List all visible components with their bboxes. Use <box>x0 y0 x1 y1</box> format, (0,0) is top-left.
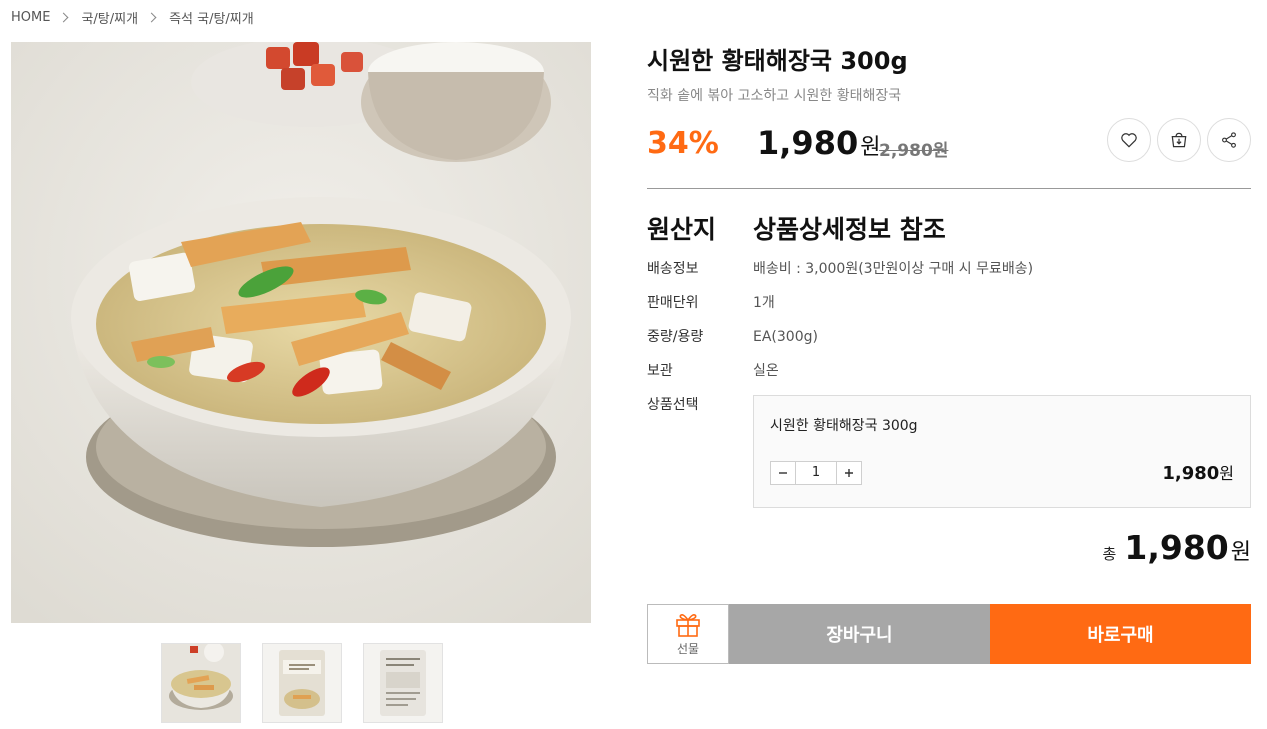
share-button[interactable] <box>1207 118 1251 162</box>
breadcrumb-category[interactable]: 국/탕/찌개 <box>81 8 138 27</box>
add-to-cart-button[interactable]: 장바구니 <box>729 604 990 664</box>
share-icon <box>1222 132 1236 148</box>
gift-label: 선물 <box>676 642 700 656</box>
chevron-right-icon <box>59 12 69 22</box>
spec-label: 중량/용량 <box>647 329 704 345</box>
origin-row: 원산지 상품상세정보 참조 <box>647 211 1251 245</box>
total-price-row: 총 1,980 원 <box>1103 528 1251 567</box>
product-main-image <box>11 42 591 623</box>
option-price: 1,980원 <box>1162 460 1234 484</box>
product-info: 시원한 황태해장국 300g 직화 솥에 볶아 고소하고 시원한 황태해장국 3… <box>647 44 1251 664</box>
option-select-label: 상품선택 <box>647 397 699 413</box>
option-select-row: 상품선택 시원한 황태해장국 300g 1 1,980원 <box>647 395 1251 508</box>
plus-icon <box>845 469 853 477</box>
total-label: 총 <box>1102 545 1117 563</box>
origin-value: 상품상세정보 참조 <box>753 215 946 244</box>
chevron-right-icon <box>146 12 157 22</box>
thumbnail-package-front[interactable] <box>262 643 342 723</box>
spec-value: 1개 <box>753 295 775 311</box>
discount-rate: 34% <box>647 126 719 161</box>
buy-now-button[interactable]: 바로구매 <box>990 604 1251 664</box>
spec-label: 보관 <box>647 363 673 379</box>
price-row: 34% 1,980원 2,980원 <box>647 114 1251 176</box>
sale-price-value: 1,980 <box>757 124 859 162</box>
option-price-value: 1,980 <box>1162 463 1220 484</box>
spec-value: 배송비 : 3,000원(3만원이상 구매 시 무료배송) <box>753 261 1034 277</box>
quantity-stepper: 1 <box>770 461 862 485</box>
wishlist-button[interactable] <box>1107 118 1151 162</box>
minus-icon <box>779 472 787 474</box>
purchase-actions: 선물 장바구니 바로구매 <box>647 604 1251 664</box>
thumbnail-list <box>161 643 443 723</box>
product-icon-buttons <box>1107 118 1251 162</box>
sale-price: 1,980원 <box>757 124 880 162</box>
total-price: 1,980 <box>1124 528 1229 567</box>
product-title: 시원한 황태해장국 300g <box>647 47 908 75</box>
spec-row-storage: 보관 실온 <box>647 361 1251 381</box>
thumbnail-bowl[interactable] <box>161 643 241 723</box>
heart-icon <box>1121 133 1137 148</box>
breadcrumb: HOME 국/탕/찌개 즉석 국/탕/찌개 <box>11 8 254 27</box>
divider <box>647 188 1251 189</box>
selected-option-box: 시원한 황태해장국 300g 1 1,980원 <box>753 395 1251 508</box>
origin-label: 원산지 <box>647 215 717 244</box>
cart-download-icon <box>1171 132 1187 148</box>
product-subtitle: 직화 솥에 볶아 고소하고 시원한 황태해장국 <box>647 88 902 104</box>
spec-row-weight: 중량/용량 EA(300g) <box>647 327 1251 347</box>
gift-icon <box>676 614 700 637</box>
spec-row-shipping: 배송정보 배송비 : 3,000원(3만원이상 구매 시 무료배송) <box>647 259 1251 279</box>
option-name: 시원한 황태해장국 300g <box>770 418 918 434</box>
spec-label: 배송정보 <box>647 261 699 277</box>
breadcrumb-subcategory[interactable]: 즉석 국/탕/찌개 <box>169 8 254 27</box>
total-price-unit: 원 <box>1230 540 1251 565</box>
thumbnail-package-back[interactable] <box>363 643 443 723</box>
quantity-increase-button[interactable] <box>837 462 861 484</box>
quantity-decrease-button[interactable] <box>771 462 795 484</box>
breadcrumb-home[interactable]: HOME <box>11 10 50 25</box>
quantity-input[interactable]: 1 <box>795 462 837 484</box>
gift-button[interactable]: 선물 <box>647 604 729 664</box>
spec-row-unit: 판매단위 1개 <box>647 293 1251 313</box>
add-to-cart-icon-button[interactable] <box>1157 118 1201 162</box>
sale-price-unit: 원 <box>860 135 881 160</box>
original-price: 2,980원 <box>879 141 949 161</box>
spec-label: 판매단위 <box>647 295 699 311</box>
spec-value: EA(300g) <box>753 329 818 345</box>
option-price-unit: 원 <box>1219 464 1234 483</box>
spec-value: 실온 <box>753 363 779 379</box>
